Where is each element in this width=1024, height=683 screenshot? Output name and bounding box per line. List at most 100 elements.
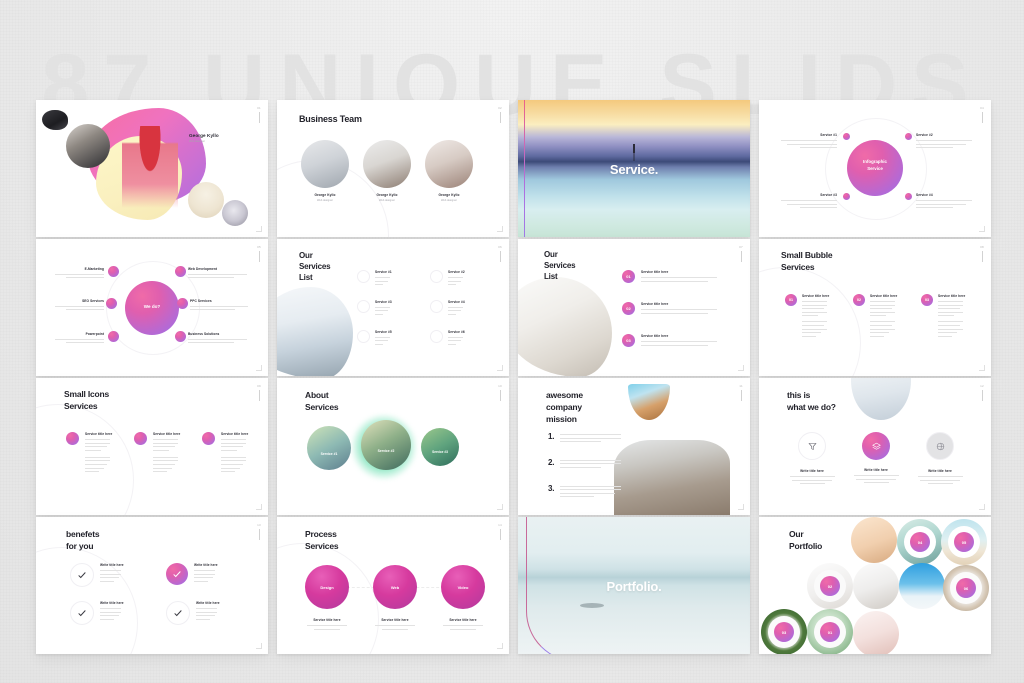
infographic-item[interactable]: Service #3	[775, 193, 837, 211]
slide-services-list-numbers[interactable]: Our Services List 01 Service title here …	[518, 239, 750, 376]
service-item[interactable]: SEO Services	[50, 299, 104, 313]
slide-infographic-service[interactable]: Infographic Service Service #1 Service #…	[759, 100, 991, 237]
item-label: Service #2	[448, 270, 465, 274]
people-photo	[851, 378, 911, 420]
portfolio-photo[interactable]: 04	[897, 519, 943, 565]
portfolio-photo[interactable]: 02	[807, 563, 853, 609]
item-label: Service title here	[85, 432, 113, 436]
slide-service-cover[interactable]: Service.	[518, 100, 750, 237]
slide-services-list-icons[interactable]: Our Services List Service #1 Service #2 …	[277, 239, 509, 376]
benefit-item[interactable]: Write title here	[166, 563, 250, 587]
icon-service-item[interactable]: Service title here	[202, 432, 258, 475]
bubble-service-item[interactable]: 02 Service title here	[853, 294, 911, 339]
member-name: George Kyllo	[438, 193, 460, 197]
service-item[interactable]: PPC Services	[190, 299, 254, 313]
process-item[interactable]: Video Service title here	[441, 565, 485, 630]
service-item[interactable]: E-Marketing	[50, 267, 104, 281]
item-label: Service #1	[320, 452, 338, 456]
slide-small-bubble-services[interactable]: Small Bubble Services 01 Service title h…	[759, 239, 991, 376]
wrench-icon	[134, 432, 147, 445]
bubble-service-item[interactable]: 01 Service title here	[785, 294, 843, 339]
what-we-do-item[interactable]: Write title here	[787, 432, 837, 485]
portfolio-photo[interactable]	[851, 517, 897, 563]
benefit-item[interactable]: Write title here	[70, 563, 154, 587]
corner-mark	[497, 504, 503, 510]
slide-title-line3: List	[299, 272, 313, 282]
infographic-item[interactable]: Service #1	[775, 133, 837, 151]
silhouette-reflection	[633, 153, 635, 161]
team-member[interactable]: George Kyllo Web designer	[425, 140, 473, 202]
service-item[interactable]: 01 Service title here	[622, 270, 725, 284]
slide-our-portfolio[interactable]: Our Portfolio 04 05 02 06 03 01	[759, 517, 991, 654]
about-circle-2[interactable]: Service #2	[361, 420, 411, 470]
corner-mark	[979, 504, 985, 510]
slide-what-we-do[interactable]: this is what we do? Write title here Wri…	[759, 378, 991, 515]
mission-item[interactable]: 3.	[548, 484, 628, 500]
service-item[interactable]: 03 Service title here	[622, 334, 725, 348]
service-item[interactable]: Web Development	[188, 267, 254, 281]
team-member[interactable]: George Kyllo Web designer	[363, 140, 411, 202]
service-item[interactable]: Powerpoint	[50, 332, 104, 346]
slide-small-icons-services[interactable]: Small Icons Services Service title here …	[36, 378, 268, 515]
portfolio-photo[interactable]: 05	[941, 519, 987, 565]
center-label-line1: Infographic	[863, 159, 887, 164]
slide-process-services[interactable]: Process Services Design Service title he…	[277, 517, 509, 654]
portfolio-photo[interactable]: 01	[807, 609, 853, 654]
icon-service-item[interactable]: Service title here	[134, 432, 190, 475]
slide-company-mission[interactable]: awesome company mission 1. 2. 3. 11	[518, 378, 750, 515]
service-item[interactable]: Service #5	[357, 329, 423, 348]
service-item[interactable]: Service #6	[430, 329, 496, 348]
portfolio-photo[interactable]	[853, 611, 899, 654]
service-item[interactable]: Service #4	[430, 299, 496, 318]
item-label: Service #4	[916, 193, 933, 197]
portfolio-photo[interactable]	[899, 563, 945, 609]
about-circle-1[interactable]: Service #1	[307, 426, 351, 470]
item-label: Service title here	[381, 618, 409, 622]
avatar	[301, 140, 349, 188]
page-indicator: 07	[739, 245, 743, 263]
item-label: Service #5	[375, 329, 392, 334]
about-circle-3[interactable]: Service #3	[421, 428, 459, 466]
item-dot	[905, 133, 912, 140]
slide-about-services[interactable]: About Services Service #1 Service #2 Ser…	[277, 378, 509, 515]
member-role: Web designer	[441, 198, 457, 202]
process-item[interactable]: Web Service title here	[373, 565, 417, 630]
slide-business-team[interactable]: Business Team George Kyllo Web designer …	[277, 100, 509, 237]
cover-name-label: George Kyllo	[189, 133, 219, 138]
service-item[interactable]: Service #3	[357, 299, 423, 318]
benefit-item[interactable]: Write title here	[166, 601, 250, 625]
slide-benefits[interactable]: benefets for you Write title here Write …	[36, 517, 268, 654]
icon-service-item[interactable]: Service title here	[66, 432, 122, 475]
service-item[interactable]: Business Solutions	[188, 332, 254, 346]
mission-item[interactable]: 1.	[548, 432, 628, 445]
service-item[interactable]: Service #1	[357, 270, 423, 288]
slide-we-do[interactable]: We do? E-Marketing Web Development SEO S…	[36, 239, 268, 376]
item-number: 1.	[548, 432, 555, 441]
portfolio-photo[interactable]	[853, 563, 899, 609]
bubble-service-item[interactable]: 03 Service title here	[921, 294, 979, 339]
slide-title-line2: Services	[299, 261, 331, 271]
slide-cover-fashion[interactable]: George Kyllo Web designer 01	[36, 100, 268, 237]
portfolio-photo[interactable]: 03	[761, 609, 807, 654]
number-badge: 01	[785, 294, 797, 306]
benefit-item[interactable]: Write title here	[70, 601, 154, 625]
cloud-icon	[430, 299, 443, 313]
team-member[interactable]: George Kyllo Web designer	[301, 140, 349, 202]
process-item[interactable]: Design Service title here	[305, 565, 349, 630]
infographic-item[interactable]: Service #4	[916, 193, 978, 211]
check-icon	[70, 563, 94, 587]
portfolio-photo[interactable]: 06	[943, 565, 989, 611]
what-we-do-item[interactable]: Write title here	[915, 432, 965, 485]
service-item[interactable]: Service #2	[430, 270, 496, 288]
slide-title-line2: Portfolio	[789, 540, 823, 551]
what-we-do-item[interactable]: Write title here	[851, 432, 901, 484]
service-item[interactable]: 02 Service title here	[622, 302, 725, 316]
slide-title: Portfolio.	[606, 579, 662, 594]
slide-portfolio-cover[interactable]: Portfolio.	[518, 517, 750, 654]
item-label: Write title here	[194, 563, 218, 567]
mission-item[interactable]: 2.	[548, 458, 628, 471]
item-label: Service title here	[938, 294, 966, 298]
infographic-item[interactable]: Service #2	[916, 133, 978, 151]
wrench-icon	[175, 266, 186, 277]
page-indicator: 10	[498, 384, 502, 402]
